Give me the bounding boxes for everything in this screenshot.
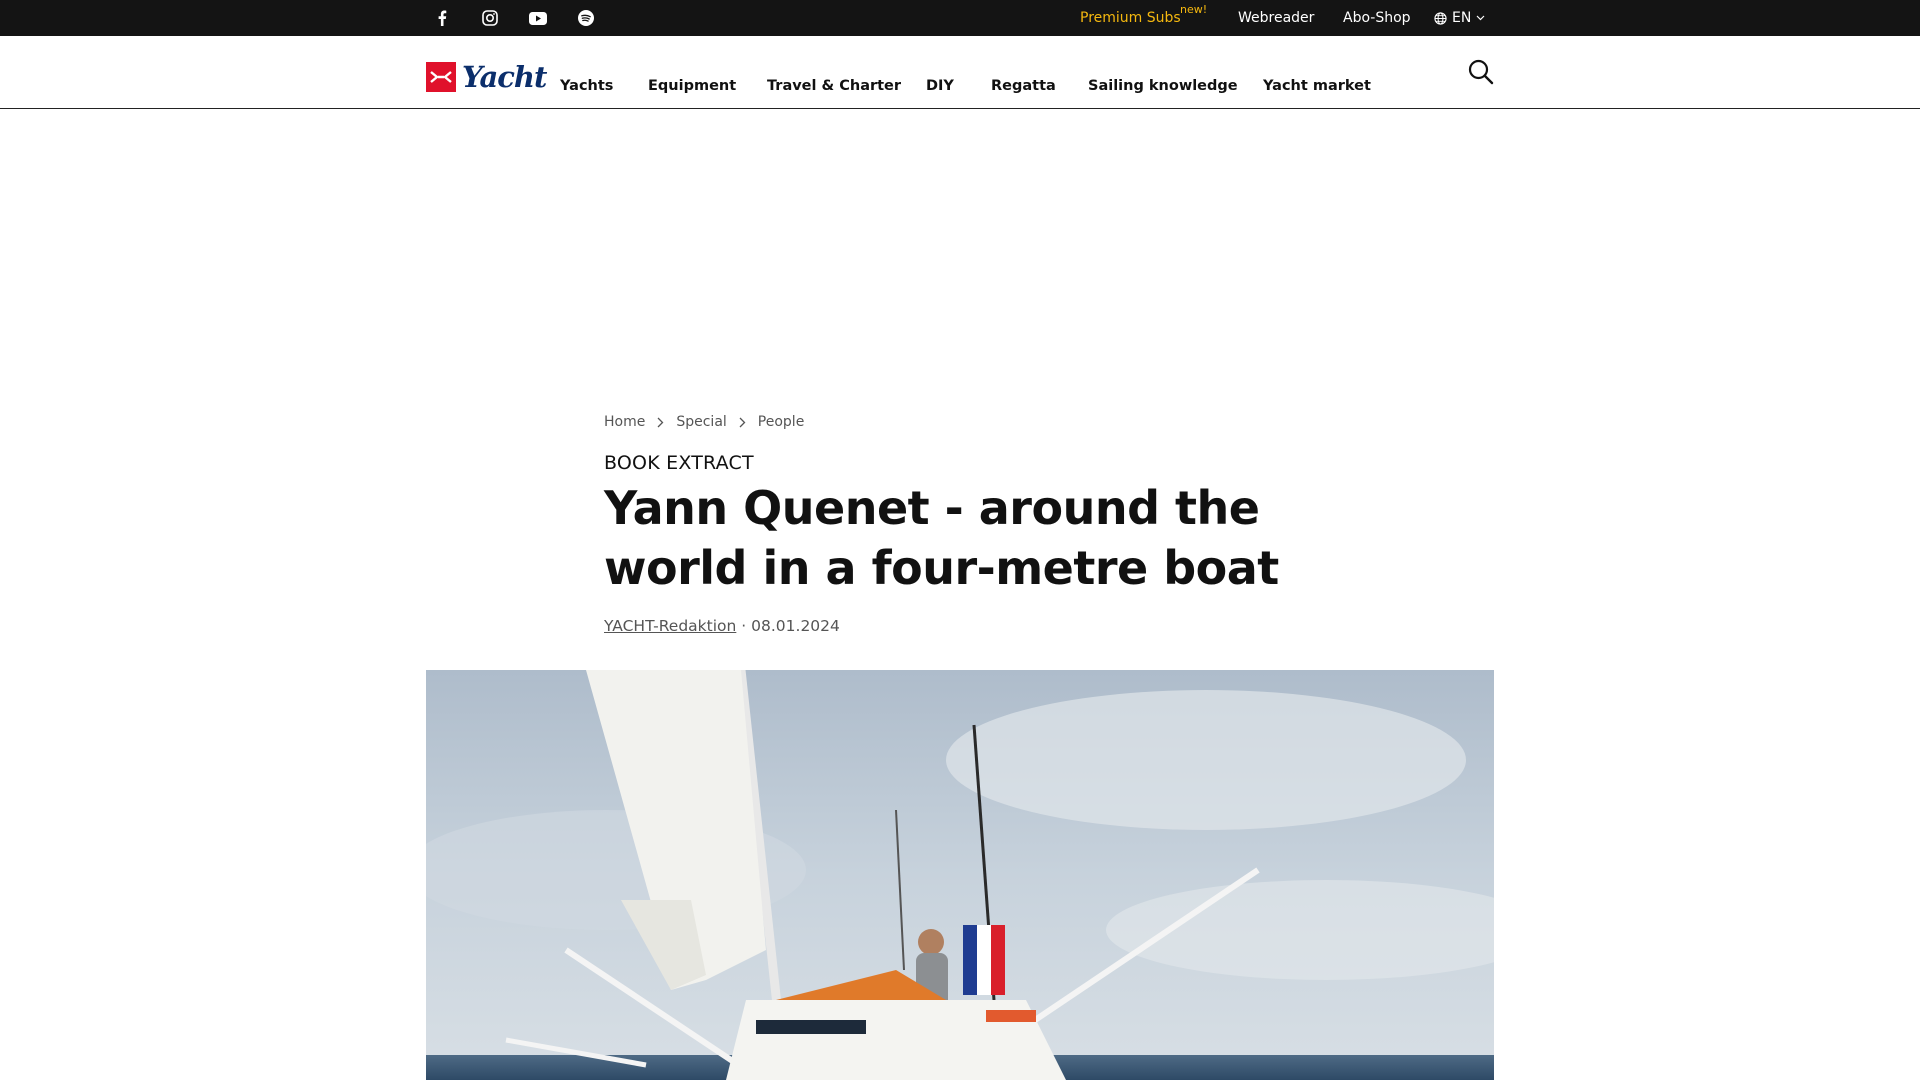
premium-subs-link[interactable]: Premium Subs — [1080, 9, 1181, 27]
top-bar: Premium Subs new! Webreader Abo-Shop EN — [0, 0, 1920, 36]
globe-icon — [1434, 11, 1447, 25]
facebook-icon — [438, 10, 447, 26]
spotify-link[interactable] — [574, 0, 598, 36]
search-button[interactable] — [1467, 58, 1495, 86]
facebook-link[interactable] — [430, 0, 454, 36]
youtube-link[interactable] — [526, 0, 550, 36]
youtube-icon — [529, 11, 547, 25]
article-kicker: BOOK EXTRACT — [604, 452, 754, 474]
main-header: Yacht Yachts Equipment Travel & Charter … — [0, 36, 1920, 109]
meta-separator: · — [741, 617, 747, 635]
chevron-right-icon — [657, 417, 664, 428]
breadcrumb-people[interactable]: People — [758, 412, 805, 432]
author-link[interactable]: YACHT-Redaktion — [604, 617, 736, 635]
search-icon — [1468, 59, 1494, 85]
nav-regatta[interactable]: Regatta — [991, 77, 1056, 95]
breadcrumb-special[interactable]: Special — [676, 412, 726, 432]
new-badge: new! — [1180, 3, 1208, 16]
breadcrumb: Home Special People — [604, 412, 804, 432]
article-date: 08.01.2024 — [751, 617, 840, 635]
chevron-down-icon — [1476, 15, 1485, 21]
article-meta: YACHT-Redaktion · 08.01.2024 — [604, 615, 840, 637]
instagram-link[interactable] — [478, 0, 502, 36]
yacht-logo[interactable]: Yacht — [426, 59, 547, 95]
nav-equipment[interactable]: Equipment — [648, 77, 736, 95]
nav-sailing-knowledge[interactable]: Sailing knowledge — [1088, 77, 1238, 95]
spotify-icon — [578, 10, 594, 26]
nav-diy[interactable]: DIY — [926, 77, 954, 95]
chevron-right-icon — [739, 417, 746, 428]
hero-image — [426, 670, 1494, 1080]
logo-wordmark: Yacht — [462, 60, 547, 94]
webreader-link[interactable]: Webreader — [1238, 9, 1314, 27]
article-title: Yann Quenet - around the world in a four… — [604, 481, 1279, 595]
nav-yachts[interactable]: Yachts — [560, 77, 613, 95]
instagram-icon — [482, 10, 498, 26]
abo-shop-link[interactable]: Abo-Shop — [1343, 9, 1411, 27]
language-label: EN — [1452, 10, 1472, 26]
breadcrumb-home[interactable]: Home — [604, 412, 645, 432]
dk-logo-mark — [426, 62, 456, 92]
nav-travel-charter[interactable]: Travel & Charter — [767, 77, 901, 95]
language-selector[interactable]: EN — [1434, 9, 1485, 27]
nav-yacht-market[interactable]: Yacht market — [1263, 77, 1371, 95]
